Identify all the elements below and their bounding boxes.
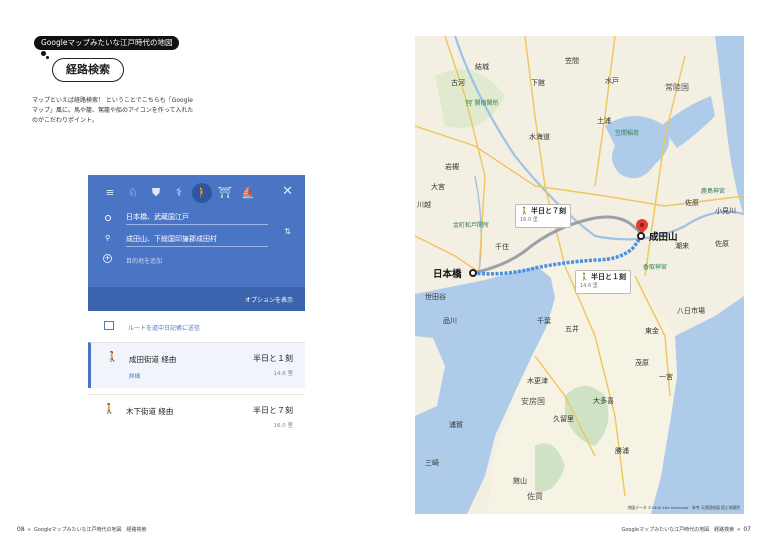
badge-bubble-dot xyxy=(46,56,49,59)
destination-label: 成田山 xyxy=(649,232,678,243)
route-details-link[interactable]: 詳細 xyxy=(129,372,140,380)
walk-icon: 🚶 xyxy=(580,273,591,281)
route-distance: 16.0 里 xyxy=(273,423,294,429)
map-attribution: 地図データ ©1840 Edo Inkstudio 参考 天保国絵図 国土地理院 xyxy=(627,505,740,510)
boat-icon[interactable]: ⛵ xyxy=(238,183,258,203)
route-name: 成田街道 経由 xyxy=(129,355,177,364)
heading-route-search: 経路検索 xyxy=(52,58,124,82)
poi-label[interactable]: 笠間稲荷 xyxy=(615,128,639,137)
poi-label[interactable]: ⛩ 関宿関所 xyxy=(465,98,499,107)
place-label: 土浦 xyxy=(597,117,611,125)
origin-label: 日本橋 xyxy=(433,269,462,280)
place-label: 佐貫 xyxy=(527,492,543,501)
menu-icon[interactable]: ≡ xyxy=(100,183,120,203)
place-label: 佐原 xyxy=(685,199,699,207)
directions-panel: ≡ ♘ ⛊ ⚕ 🚶 ⛩ ⛵ ✕ 日本橋、武蔵国江戸 ⚲ 成田山、下総国印旛郡成田… xyxy=(88,175,305,441)
place-label: 茂原 xyxy=(635,359,649,367)
origin-dot-icon xyxy=(105,215,111,221)
place-label: 千住 xyxy=(495,243,509,251)
travel-mode-row: ≡ ♘ ⛊ ⚕ 🚶 ⛩ ⛵ xyxy=(100,183,261,203)
route-callout-main[interactable]: 🚶 半日と１刻 14.6 里 xyxy=(575,270,631,294)
footer-title: Googleマップみたいな江戸時代の地図 経路検索 xyxy=(33,527,147,533)
place-label: 古河 xyxy=(451,79,465,87)
place-label: 常陸国 xyxy=(665,83,689,92)
place-label: 勝浦 xyxy=(615,447,629,455)
route-time: 半日と７刻 xyxy=(253,406,293,415)
place-label: 安房国 xyxy=(521,397,545,406)
section-badge: Googleマップみたいな江戸時代の地図 xyxy=(34,36,180,50)
destination-pin-icon: ⚲ xyxy=(105,234,111,242)
place-label: 水戸 xyxy=(605,77,619,85)
place-label: 浦賀 xyxy=(449,421,463,429)
place-label: 川越 xyxy=(417,201,431,209)
place-label: 水海道 xyxy=(529,133,550,141)
horse-icon[interactable]: ♘ xyxy=(123,183,143,203)
place-label: 下館 xyxy=(531,79,545,87)
poi-label[interactable]: 金町松戸関所 xyxy=(453,220,489,229)
intro-text: マップといえば経路検索！ ということでこちらも「Google マップ」風に。馬や… xyxy=(32,97,194,124)
place-label: 三崎 xyxy=(425,459,439,467)
walk-icon: 🚶 xyxy=(106,352,119,363)
page-number: 08 xyxy=(17,526,25,533)
place-label: 五井 xyxy=(565,325,579,333)
send-route-label: ルートを道中日記帳に送信 xyxy=(128,325,201,332)
origin-marker[interactable] xyxy=(469,269,477,277)
page-number: 07 xyxy=(743,526,751,533)
place-label: 館山 xyxy=(513,477,527,485)
close-icon[interactable]: ✕ xyxy=(282,184,293,199)
walk-icon: 🚶 xyxy=(520,207,531,215)
send-device-icon xyxy=(104,321,114,330)
place-label: 八日市場 xyxy=(677,307,705,315)
directions-header: ≡ ♘ ⛊ ⚕ 🚶 ⛩ ⛵ ✕ 日本橋、武蔵国江戸 ⚲ 成田山、下総国印旛郡成田… xyxy=(88,175,305,311)
place-label: 大宮 xyxy=(431,183,445,191)
route-time: 半日と１刻 xyxy=(253,354,293,363)
options-bar: オプションを表示 xyxy=(88,287,305,311)
place-label: 結城 xyxy=(475,63,489,71)
poi-label[interactable]: 香取神宮 xyxy=(643,262,667,271)
route-option-1[interactable]: 🚶 成田街道 経由 詳細 半日と１刻 14.6 里 xyxy=(88,342,305,388)
place-label: 千葉 xyxy=(537,317,551,325)
place-label: 笠間 xyxy=(565,57,579,65)
palanquin-icon[interactable]: ⛊ xyxy=(146,183,166,203)
route-distance: 14.6 里 xyxy=(273,371,294,377)
place-label: 品川 xyxy=(443,317,457,325)
add-icon[interactable]: + xyxy=(103,254,112,263)
show-options-button[interactable]: オプションを表示 xyxy=(245,295,293,304)
map-view[interactable]: 常陸国 安房国 佐貫 古河 結城 下館 笠間 水戸 土浦 水海道 岩槻 大宮 川… xyxy=(415,36,744,514)
place-label: 大多喜 xyxy=(593,397,614,405)
swap-icon[interactable]: ⇅ xyxy=(284,227,291,236)
poi-label[interactable]: 鹿島神宮 xyxy=(701,186,725,195)
runner-icon[interactable]: ⚕ xyxy=(169,183,189,203)
walk-icon: 🚶 xyxy=(103,404,116,415)
add-destination-link[interactable]: 目的地を追加 xyxy=(126,256,162,265)
footer-title: Googleマップみたいな江戸時代の地図 経路検索 xyxy=(621,527,735,533)
destination-marker[interactable] xyxy=(637,232,645,240)
place-label: 小見川 xyxy=(715,207,736,215)
footer-left: 08» Googleマップみたいな江戸時代の地図 経路検索 xyxy=(17,526,147,533)
place-label: 世田谷 xyxy=(425,293,446,301)
chevron-right-icon: » xyxy=(27,527,31,533)
chevron-left-icon: « xyxy=(737,527,741,533)
place-label: 佐原 xyxy=(715,240,729,248)
place-label: 東金 xyxy=(645,327,659,335)
route-name: 木下街道 経由 xyxy=(126,407,174,416)
route-option-2[interactable]: 🚶 木下街道 経由 半日と７刻 16.0 里 xyxy=(88,394,305,440)
send-route-row[interactable]: ルートを道中日記帳に送信 xyxy=(88,317,305,337)
route-callout-alt[interactable]: 🚶 半日と７刻 16.0 里 xyxy=(515,204,571,228)
destination-input[interactable]: 成田山、下総国印旛郡成田村 xyxy=(126,233,268,247)
place-label: 木更津 xyxy=(527,377,548,385)
place-label: 一宮 xyxy=(659,373,673,381)
footer-right: Googleマップみたいな江戸時代の地図 経路検索 «07 xyxy=(621,526,751,533)
origin-input[interactable]: 日本橋、武蔵国江戸 xyxy=(126,211,268,225)
place-label: 岩槻 xyxy=(445,163,459,171)
badge-bubble-dot xyxy=(41,51,46,56)
walk-icon[interactable]: 🚶 xyxy=(192,183,212,203)
gate-icon[interactable]: ⛩ xyxy=(215,183,235,203)
place-label: 久留里 xyxy=(553,415,574,423)
